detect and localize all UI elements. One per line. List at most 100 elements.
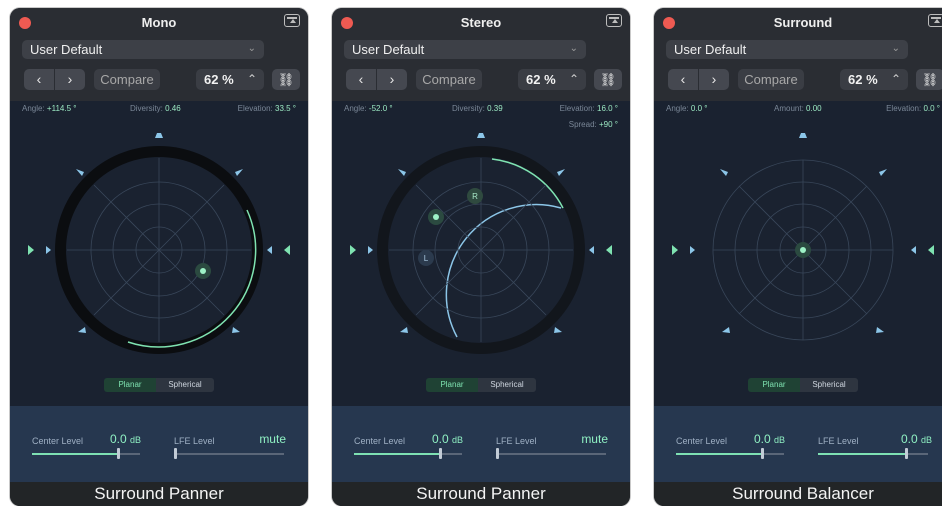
spherical-mode-button[interactable]: Spherical — [156, 378, 214, 392]
center-level-value: 0.0 dB — [754, 432, 785, 446]
zoom-value: 62 % — [848, 72, 878, 87]
chevron-left-icon[interactable]: ‹ — [24, 69, 54, 90]
speaker-icon — [368, 246, 373, 254]
control-row: ‹ › Compare 62 % ⌃ ⛓ — [654, 65, 942, 101]
speaker-icon — [928, 245, 934, 255]
compare-button[interactable]: Compare — [738, 69, 804, 90]
readout-label: Angle: — [344, 104, 367, 113]
slider-fill — [32, 453, 118, 455]
compare-button[interactable]: Compare — [94, 69, 160, 90]
compare-button[interactable]: Compare — [416, 69, 482, 90]
readout-value: 33.5 ° — [275, 104, 296, 113]
preset-select[interactable]: User Default ⌄ — [344, 40, 586, 59]
control-row: ‹ › Compare 62 % ⌃ ⛓ — [10, 65, 308, 101]
balancer-field[interactable] — [654, 128, 942, 378]
spherical-mode-button[interactable]: Spherical — [478, 378, 536, 392]
panner-puck[interactable] — [200, 268, 206, 274]
planar-mode-button[interactable]: Planar — [426, 378, 478, 392]
slider-fill — [676, 453, 762, 455]
slider-thumb[interactable] — [905, 448, 908, 459]
link-icon[interactable]: ⛓ — [594, 69, 622, 90]
readout-label: Angle: — [666, 104, 689, 113]
expand-icon[interactable] — [606, 14, 622, 27]
window-title: Mono — [141, 15, 177, 30]
window-title: Stereo — [460, 15, 502, 30]
expand-icon[interactable] — [928, 14, 942, 27]
expand-icon[interactable] — [284, 14, 300, 27]
preset-label: User Default — [30, 42, 103, 57]
speaker-icon — [557, 169, 565, 176]
chevron-left-icon[interactable]: ‹ — [346, 69, 376, 90]
plugin-caption: Surround Balancer — [654, 482, 942, 506]
preset-select[interactable]: User Default ⌄ — [666, 40, 908, 59]
balancer-puck[interactable] — [800, 247, 806, 253]
preset-label: User Default — [352, 42, 425, 57]
panner-field[interactable]: R L — [332, 128, 630, 378]
chevron-left-icon[interactable]: ‹ — [668, 69, 698, 90]
center-level-slider[interactable] — [32, 448, 140, 459]
slider-thumb[interactable] — [496, 448, 499, 459]
diversity-readout: Diversity: 0.39 — [452, 104, 503, 113]
speaker-icon — [350, 245, 356, 255]
lfe-level-value: 0.0 dB — [901, 432, 932, 446]
elevation-readout: Elevation: 33.5 ° — [238, 104, 296, 113]
center-level-value: 0.0 dB — [432, 432, 463, 446]
stepper-icon[interactable]: ⌃ — [247, 72, 257, 86]
planar-mode-button[interactable]: Planar — [104, 378, 156, 392]
speaker-icon — [477, 133, 485, 138]
link-icon[interactable]: ⛓ — [916, 69, 942, 90]
titlebar: Surround — [654, 8, 942, 38]
readout-value: 16.0 ° — [597, 104, 618, 113]
readout-value: +114.5 ° — [46, 104, 77, 113]
zoom-control[interactable]: 62 % ⌃ — [196, 69, 264, 90]
lfe-level-slider[interactable] — [818, 448, 928, 459]
panner-puck[interactable] — [433, 214, 439, 220]
speaker-icon — [28, 245, 34, 255]
speaker-icon — [235, 169, 243, 176]
chevron-down-icon: ⌄ — [569, 43, 578, 54]
slider-thumb[interactable] — [761, 448, 764, 459]
readout-label: Elevation: — [886, 104, 922, 113]
speaker-icon — [155, 133, 163, 138]
titlebar: Mono — [10, 8, 308, 38]
slider-thumb[interactable] — [174, 448, 177, 459]
control-row: ‹ › Compare 62 % ⌃ ⛓ — [332, 65, 630, 101]
stepper-icon[interactable]: ⌃ — [891, 72, 901, 86]
center-level-unit: dB — [130, 435, 142, 445]
spherical-mode-button[interactable]: Spherical — [800, 378, 858, 392]
chevron-right-icon[interactable]: › — [55, 69, 85, 90]
center-level-number: 0.0 — [110, 432, 127, 446]
slider-thumb[interactable] — [439, 448, 442, 459]
speaker-icon — [78, 327, 86, 333]
preset-row: User Default ⌄ — [654, 38, 942, 65]
stepper-icon[interactable]: ⌃ — [569, 72, 579, 86]
right-channel-label: R — [472, 192, 478, 201]
elevation-readout: Elevation: 0.0 ° — [886, 104, 940, 113]
planar-mode-button[interactable]: Planar — [748, 378, 800, 392]
readout-value: 0.0 ° — [690, 104, 708, 113]
lfe-level-slider[interactable] — [174, 448, 284, 459]
panner-field[interactable] — [10, 128, 308, 378]
readout-value: 0.0 ° — [923, 104, 940, 113]
link-icon[interactable]: ⛓ — [272, 69, 300, 90]
speaker-icon — [400, 327, 408, 333]
lfe-level-label: LFE Level — [174, 436, 215, 446]
slider-thumb[interactable] — [117, 448, 120, 459]
zoom-control[interactable]: 62 % ⌃ — [518, 69, 586, 90]
speaker-icon — [672, 245, 678, 255]
preset-select[interactable]: User Default ⌄ — [22, 40, 264, 59]
lfe-level-value: mute — [581, 432, 608, 446]
readout-label: Amount: — [774, 104, 804, 113]
preset-row: User Default ⌄ — [332, 38, 630, 65]
center-level-value: 0.0 dB — [110, 432, 141, 446]
speaker-icon — [911, 246, 916, 254]
center-level-number: 0.0 — [432, 432, 449, 446]
zoom-value: 62 % — [526, 72, 556, 87]
chevron-right-icon[interactable]: › — [699, 69, 729, 90]
chevron-right-icon[interactable]: › — [377, 69, 407, 90]
center-level-slider[interactable] — [354, 448, 462, 459]
zoom-control[interactable]: 62 % ⌃ — [840, 69, 908, 90]
lfe-level-slider[interactable] — [496, 448, 606, 459]
angle-readout: Angle: 0.0 ° — [666, 104, 707, 113]
center-level-slider[interactable] — [676, 448, 784, 459]
